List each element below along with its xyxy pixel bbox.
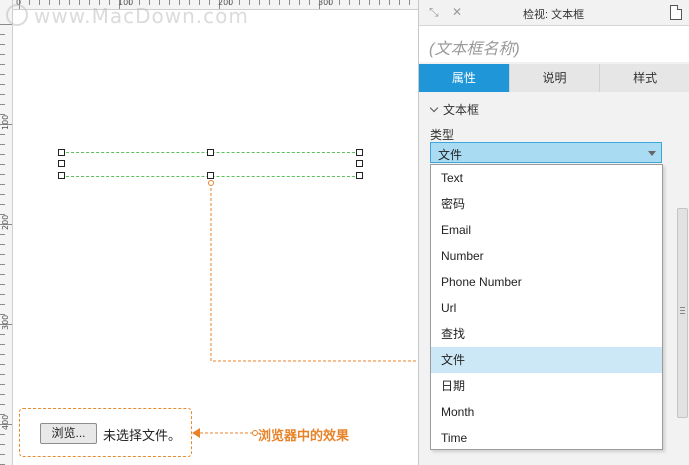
arrow-start-dot: [208, 180, 214, 186]
option-password[interactable]: 密码: [431, 191, 662, 217]
page-icon[interactable]: [670, 5, 682, 20]
option-time[interactable]: Time: [431, 425, 662, 451]
panel-header: ⤡ ✕ 检视: 文本框: [419, 0, 689, 26]
widget-name-placeholder: (文本框名称): [429, 41, 520, 58]
inspector-panel: ⤡ ✕ 检视: 文本框 (文本框名称) 属性 说明 样式 文本框 类型 文件 T…: [418, 0, 689, 465]
inspector-tabs: 属性 说明 样式: [419, 64, 689, 92]
section-textbox[interactable]: 文本框: [429, 101, 479, 118]
option-file[interactable]: 文件: [431, 347, 662, 373]
dropdown-arrow-icon: [648, 151, 656, 156]
chevron-down-icon: [429, 103, 439, 113]
close-icon[interactable]: ✕: [452, 5, 462, 19]
widget-name-field[interactable]: (文本框名称): [419, 26, 689, 62]
tab-properties[interactable]: 属性: [419, 64, 510, 92]
option-date[interactable]: 日期: [431, 373, 662, 399]
panel-scrollbar[interactable]: [677, 208, 688, 418]
collapse-icon[interactable]: ⤡: [429, 5, 439, 20]
option-number[interactable]: Number: [431, 243, 662, 269]
option-month[interactable]: Month: [431, 399, 662, 425]
option-search[interactable]: 查找: [431, 321, 662, 347]
scroll-grip-2: [680, 310, 685, 311]
option-text[interactable]: Text: [431, 165, 662, 191]
tab-notes[interactable]: 说明: [509, 64, 601, 92]
type-select[interactable]: 文件: [430, 142, 662, 163]
option-url[interactable]: Url: [431, 295, 662, 321]
scroll-grip-1: [680, 307, 685, 308]
type-label: 类型: [430, 128, 455, 142]
label-arrow-dot: [252, 430, 258, 436]
widget-to-option-arrow-line: [210, 183, 425, 362]
scroll-grip-3: [680, 313, 685, 314]
option-phone-number[interactable]: Phone Number: [431, 269, 662, 295]
type-dropdown-list: Text 密码 Email Number Phone Number Url 查找…: [430, 164, 663, 450]
type-select-value: 文件: [438, 148, 463, 162]
panel-title: 检视: 文本框: [523, 9, 585, 21]
tab-style[interactable]: 样式: [600, 64, 689, 92]
option-email[interactable]: Email: [431, 217, 662, 243]
section-textbox-label: 文本框: [443, 103, 480, 117]
arrow-head-left: [192, 428, 200, 438]
